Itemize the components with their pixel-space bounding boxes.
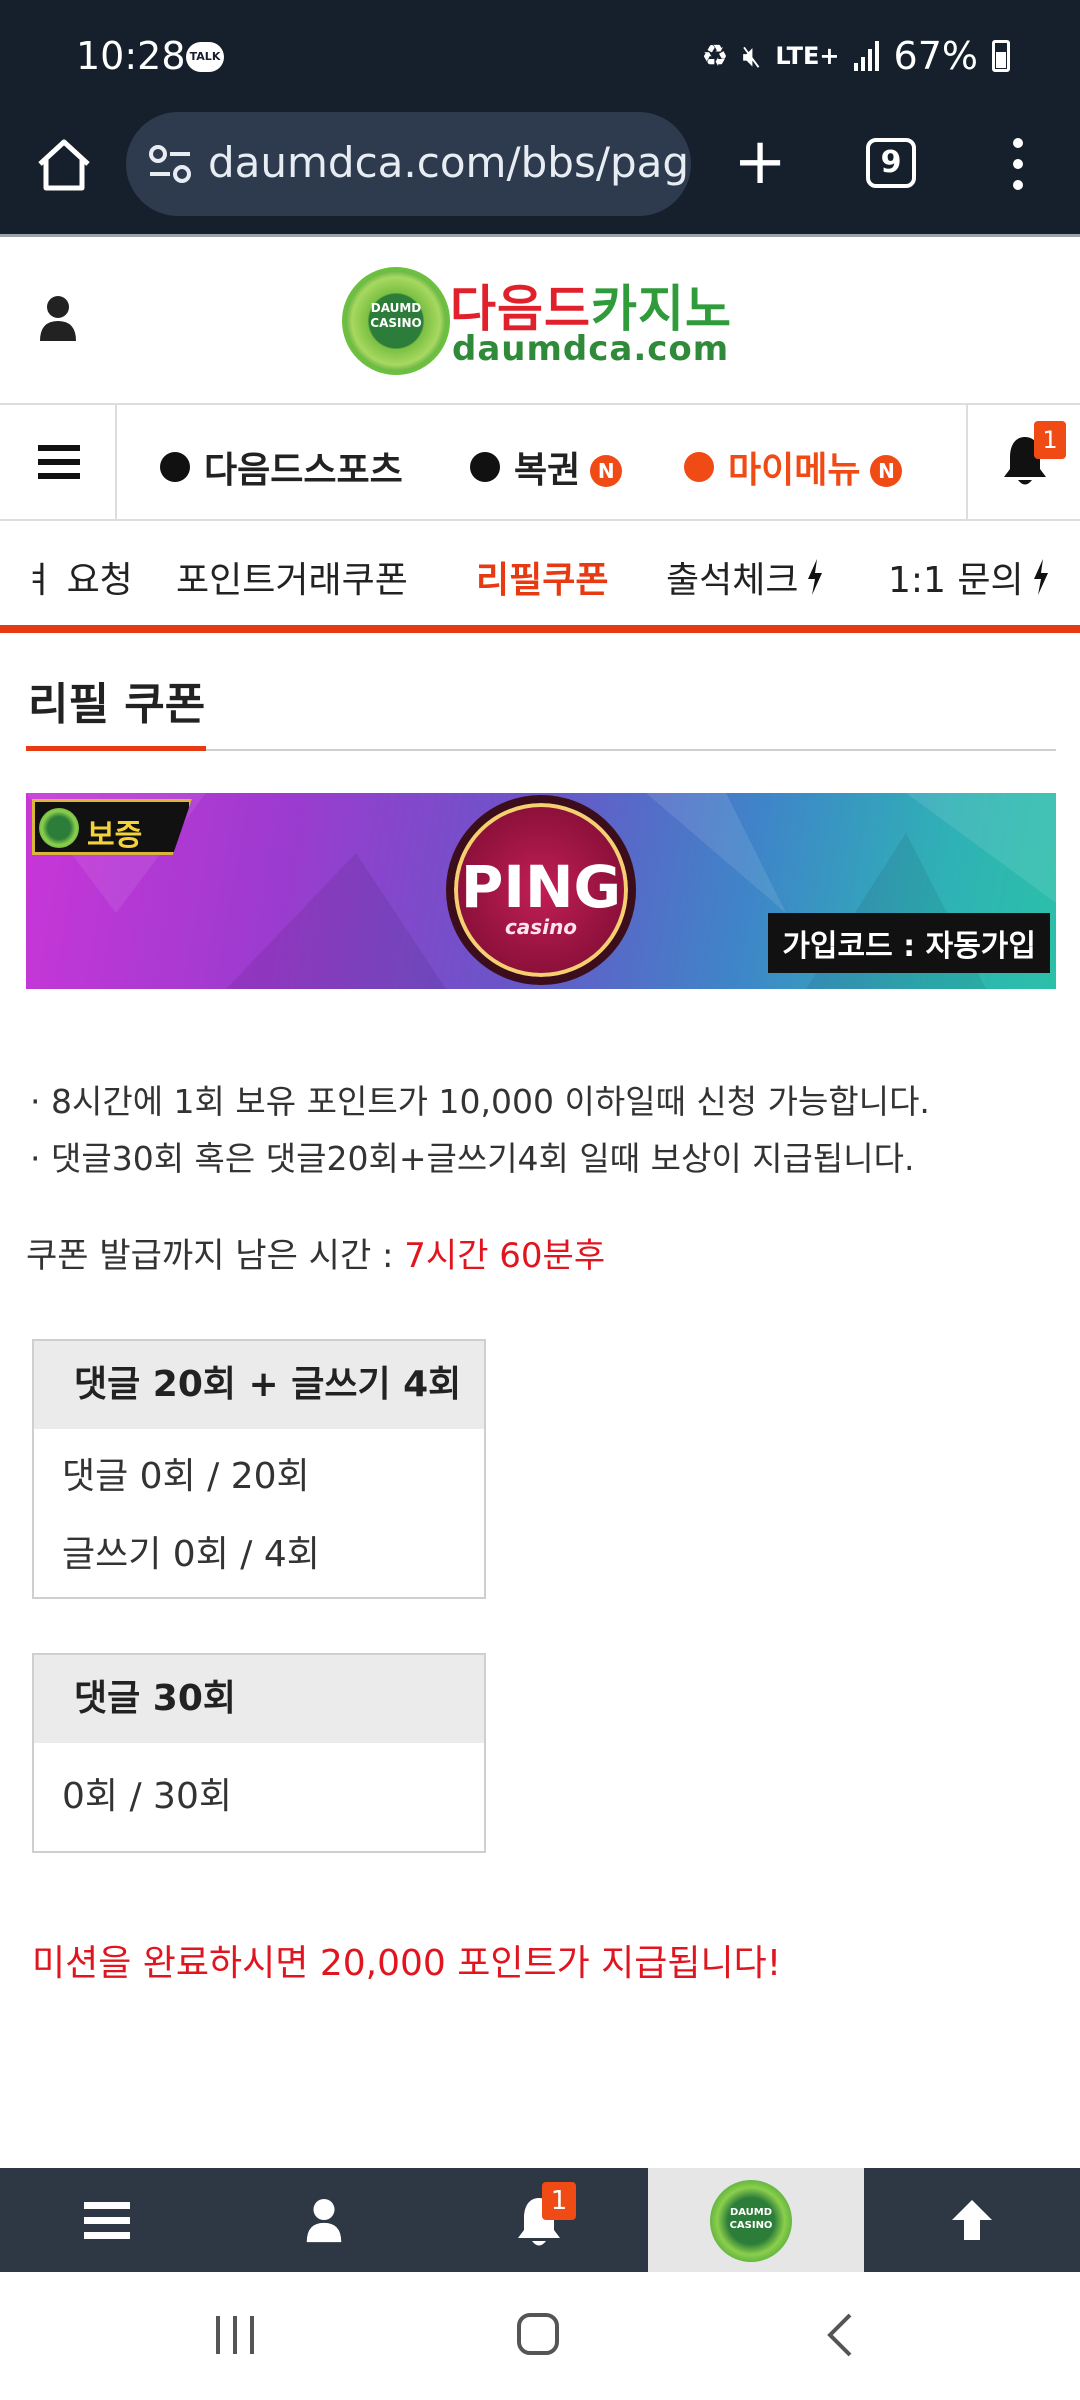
title-underline [26, 746, 206, 751]
ping-brand: PING [460, 853, 622, 921]
sub-nav-attendance[interactable]: 출석체크 [666, 551, 824, 603]
site-logo[interactable]: DAUMD CASINO 다음드카지노 daumdca.com [342, 267, 742, 377]
remaining-time-label: 쿠폰 발급까지 남은 시간 : [26, 1236, 405, 1276]
talk-notification-icon: TALK [186, 42, 224, 72]
sub-nav-label: 1:1 문의 [888, 560, 1024, 601]
system-nav-bar [0, 2272, 1080, 2400]
mission-header: 댓글 30회 [34, 1655, 484, 1743]
sub-nav-inquiry[interactable]: 1:1 문의 [888, 551, 1050, 603]
sub-nav-point-trade-coupon[interactable]: 포인트거래쿠폰 [176, 551, 408, 603]
menu-icon [84, 2202, 130, 2239]
arrow-up-icon [952, 2200, 992, 2240]
home-nav-icon[interactable] [516, 2312, 560, 2356]
bottom-home-logo[interactable]: DAUMD CASINO [648, 2168, 864, 2272]
menu-icon[interactable] [0, 405, 117, 519]
nav-item-sports[interactable]: 다음드스포츠 [160, 441, 403, 493]
bullet-icon [470, 452, 500, 482]
lte-icon: LTE+ [775, 42, 840, 70]
status-bar: 10:28 TALK ♻ 🔇︎ LTE+ 67% [0, 0, 1080, 104]
new-badge: N [870, 455, 903, 487]
nav-item-label: 마이메뉴 [728, 450, 861, 491]
info-line: · 댓글30회 혹은 댓글20회+글쓰기4회 일때 보상이 지급됩니다. [30, 1139, 915, 1178]
mute-icon: 🔇︎ [742, 38, 762, 74]
mission-box-comment: 댓글 30회 0회 / 30회 [32, 1653, 486, 1853]
ping-casino-banner[interactable]: 보증 PING casino 가입코드 : 자동가입 [26, 793, 1056, 989]
completion-message: 미션을 완료하시면 20,000 포인트가 지급됩니다! [32, 1943, 782, 1984]
site-header: DAUMD CASINO 다음드카지노 daumdca.com [0, 237, 1080, 403]
bottom-menu-button[interactable] [0, 2168, 216, 2272]
address-bar[interactable]: daumdca.com/bbs/pag [126, 112, 691, 216]
remaining-time-value: 7시간 60분후 [404, 1236, 606, 1276]
mission-box-comment-write: 댓글 20회 + 글쓰기 4회 댓글 0회 / 20회 글쓰기 0회 / 4회 [32, 1339, 486, 1599]
join-code-label: 가입코드 : 자동가입 [768, 913, 1050, 973]
new-badge: N [590, 455, 623, 487]
more-menu-icon[interactable] [1008, 138, 1028, 198]
notification-button[interactable]: 1 [966, 405, 1080, 519]
notification-count-badge: 1 [1034, 421, 1066, 459]
sub-nav-refill-coupon[interactable]: 리필쿠폰 [476, 551, 608, 603]
signal-icon [853, 41, 879, 71]
status-time: 10:28 [76, 34, 186, 78]
remaining-time: 쿠폰 발급까지 남은 시간 : 7시간 60분후 [26, 1228, 605, 1277]
recycle-battery-icon: ♻ [701, 38, 729, 74]
status-icons: ♻ 🔇︎ LTE+ 67% [702, 34, 1010, 78]
logo-english: daumdca.com [452, 329, 730, 369]
lightning-icon [808, 559, 823, 595]
bottom-notification-button[interactable]: 1 [432, 2168, 648, 2272]
sub-nav-request[interactable]: ㅕ 요청 [22, 551, 133, 603]
home-icon[interactable] [34, 134, 94, 194]
url-text: daumdca.com/bbs/pag [208, 138, 690, 187]
browser-toolbar: daumdca.com/bbs/pag + 9 [0, 104, 1080, 234]
sub-nav-label: 출석체크 [666, 560, 799, 601]
battery-percent: 67% [893, 34, 978, 78]
guarantee-logo-icon [39, 808, 79, 848]
guarantee-badge: 보증 [32, 799, 192, 855]
info-line: · 8시간에 1회 보유 포인트가 10,000 이하일때 신청 가능합니다. [30, 1082, 930, 1121]
nav-item-label: 복권 [514, 450, 581, 491]
ping-logo: PING casino [446, 795, 636, 985]
bottom-site-bar: 1 DAUMD CASINO [0, 2168, 1080, 2272]
logo-emblem-text: DAUMD CASINO [370, 301, 422, 330]
main-nav: 다음드스포츠 복권 N 마이메뉴 N 1 [0, 403, 1080, 521]
bullet-icon [160, 452, 190, 482]
logo-emblem-text: DAUMD CASINO [729, 2207, 773, 2231]
user-icon [306, 2198, 342, 2243]
guarantee-label: 보증 [87, 818, 143, 853]
scroll-top-button[interactable] [864, 2168, 1080, 2272]
tab-switcher-button[interactable]: 9 [866, 138, 916, 188]
mission-header: 댓글 20회 + 글쓰기 4회 [34, 1341, 484, 1429]
logo-emblem: DAUMD CASINO [342, 267, 450, 375]
bullet-icon [684, 452, 714, 482]
site-settings-icon[interactable] [148, 144, 192, 184]
bottom-user-button[interactable] [216, 2168, 432, 2272]
mission-progress-row: 댓글 0회 / 20회 [62, 1456, 310, 1497]
notification-count-badge: 1 [542, 2182, 576, 2220]
mission-progress-row: 글쓰기 0회 / 4회 [62, 1534, 320, 1575]
user-icon[interactable] [38, 295, 78, 343]
sub-nav: ㅕ 요청 포인트거래쿠폰 리필쿠폰 출석체크 1:1 문의 [0, 521, 1080, 633]
lightning-icon [1033, 559, 1048, 595]
battery-icon [992, 40, 1010, 72]
nav-item-lottery[interactable]: 복권 N [470, 441, 623, 493]
back-icon[interactable] [824, 2312, 854, 2358]
nav-item-my-menu[interactable]: 마이메뉴 N [684, 441, 903, 493]
nav-item-label: 다음드스포츠 [204, 450, 403, 491]
logo-emblem: DAUMD CASINO [710, 2180, 792, 2262]
ping-brand-sub: casino [504, 915, 578, 939]
mission-progress-row: 0회 / 30회 [62, 1776, 232, 1817]
new-tab-icon[interactable]: + [732, 130, 788, 194]
recent-apps-icon[interactable] [214, 2314, 256, 2356]
page-title: 리필 쿠폰 [28, 679, 206, 730]
